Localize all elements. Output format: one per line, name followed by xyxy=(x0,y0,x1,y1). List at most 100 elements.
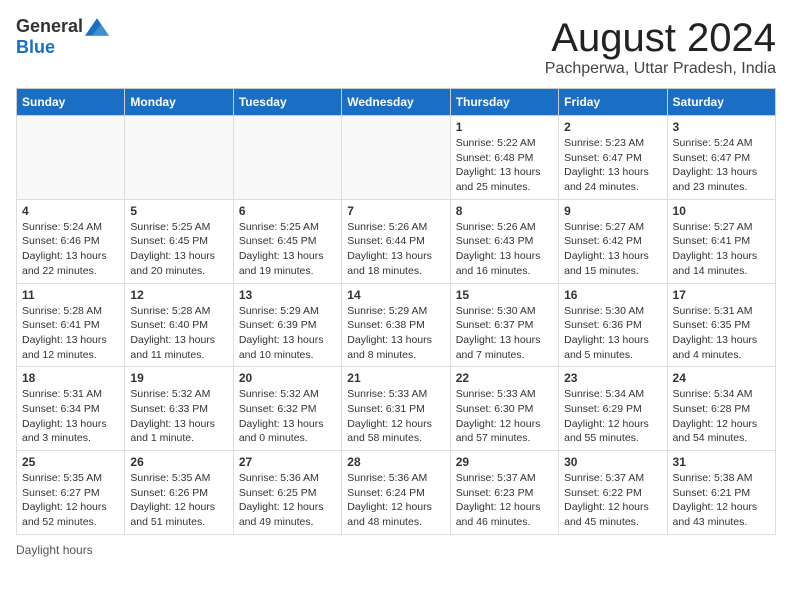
day-info: Sunrise: 5:27 AM Sunset: 6:42 PM Dayligh… xyxy=(564,220,661,279)
day-info: Sunrise: 5:33 AM Sunset: 6:30 PM Dayligh… xyxy=(456,387,553,446)
day-info: Sunrise: 5:30 AM Sunset: 6:37 PM Dayligh… xyxy=(456,304,553,363)
day-info: Sunrise: 5:31 AM Sunset: 6:35 PM Dayligh… xyxy=(673,304,770,363)
day-header-friday: Friday xyxy=(559,89,667,116)
calendar-cell: 8 Sunrise: 5:26 AM Sunset: 6:43 PM Daylig… xyxy=(450,199,558,283)
calendar-cell: 7 Sunrise: 5:26 AM Sunset: 6:44 PM Daylig… xyxy=(342,199,450,283)
calendar-cell: 17 Sunrise: 5:31 AM Sunset: 6:35 PM Dayli… xyxy=(667,283,775,367)
footer-note: Daylight hours xyxy=(16,543,776,557)
day-number: 28 xyxy=(347,455,444,469)
day-header-monday: Monday xyxy=(125,89,233,116)
day-info: Sunrise: 5:27 AM Sunset: 6:41 PM Dayligh… xyxy=(673,220,770,279)
calendar-header-row: SundayMondayTuesdayWednesdayThursdayFrid… xyxy=(17,89,776,116)
day-info: Sunrise: 5:25 AM Sunset: 6:45 PM Dayligh… xyxy=(130,220,227,279)
calendar-cell: 6Sunrise: 5:25 AM Sunset: 6:45 PM Daylig… xyxy=(233,199,341,283)
calendar-cell xyxy=(342,116,450,200)
day-info: Sunrise: 5:34 AM Sunset: 6:29 PM Dayligh… xyxy=(564,387,661,446)
calendar-cell: 19Sunrise: 5:32 AM Sunset: 6:33 PM Dayli… xyxy=(125,367,233,451)
calendar-cell: 27 Sunrise: 5:36 AM Sunset: 6:25 PM Dayli… xyxy=(233,451,341,535)
day-number: 27 xyxy=(239,455,336,469)
day-info: Sunrise: 5:33 AM Sunset: 6:31 PM Dayligh… xyxy=(347,387,444,446)
day-info: Sunrise: 5:26 AM Sunset: 6:43 PM Dayligh… xyxy=(456,220,553,279)
calendar-cell: 21 Sunrise: 5:33 AM Sunset: 6:31 PM Dayli… xyxy=(342,367,450,451)
day-number: 23 xyxy=(564,371,661,385)
calendar-cell: 5 Sunrise: 5:25 AM Sunset: 6:45 PM Daylig… xyxy=(125,199,233,283)
calendar-cell: 28 Sunrise: 5:36 AM Sunset: 6:24 PM Dayli… xyxy=(342,451,450,535)
day-number: 16 xyxy=(564,288,661,302)
day-number: 10 xyxy=(673,204,770,218)
day-info: Sunrise: 5:34 AM Sunset: 6:28 PM Dayligh… xyxy=(673,387,770,446)
day-number: 8 xyxy=(456,204,553,218)
day-header-thursday: Thursday xyxy=(450,89,558,116)
calendar-cell: 4 Sunrise: 5:24 AM Sunset: 6:46 PM Daylig… xyxy=(17,199,125,283)
calendar-cell: 14 Sunrise: 5:29 AM Sunset: 6:38 PM Dayli… xyxy=(342,283,450,367)
day-header-tuesday: Tuesday xyxy=(233,89,341,116)
calendar-cell: 31 Sunrise: 5:38 AM Sunset: 6:21 PM Dayli… xyxy=(667,451,775,535)
day-number: 18 xyxy=(22,371,119,385)
calendar-cell: 16 Sunrise: 5:30 AM Sunset: 6:36 PM Dayli… xyxy=(559,283,667,367)
calendar-cell: 2 Sunrise: 5:23 AM Sunset: 6:47 PM Daylig… xyxy=(559,116,667,200)
day-number: 15 xyxy=(456,288,553,302)
calendar-cell: 13Sunrise: 5:29 AM Sunset: 6:39 PM Dayli… xyxy=(233,283,341,367)
day-number: 4 xyxy=(22,204,119,218)
logo: General Blue xyxy=(16,16,109,58)
day-info: Sunrise: 5:37 AM Sunset: 6:23 PM Dayligh… xyxy=(456,471,553,530)
calendar-cell xyxy=(17,116,125,200)
calendar-cell: 24 Sunrise: 5:34 AM Sunset: 6:28 PM Dayli… xyxy=(667,367,775,451)
day-info: Sunrise: 5:29 AM Sunset: 6:38 PM Dayligh… xyxy=(347,304,444,363)
day-info: Sunrise: 5:32 AM Sunset: 6:32 PM Dayligh… xyxy=(239,387,336,446)
day-number: 14 xyxy=(347,288,444,302)
day-info: Sunrise: 5:31 AM Sunset: 6:34 PM Dayligh… xyxy=(22,387,119,446)
calendar-cell: 23 Sunrise: 5:34 AM Sunset: 6:29 PM Dayli… xyxy=(559,367,667,451)
month-title: August 2024 xyxy=(545,16,776,60)
day-number: 20 xyxy=(239,371,336,385)
day-info: Sunrise: 5:29 AM Sunset: 6:39 PM Dayligh… xyxy=(239,304,336,363)
calendar-cell: 18 Sunrise: 5:31 AM Sunset: 6:34 PM Dayli… xyxy=(17,367,125,451)
day-number: 31 xyxy=(673,455,770,469)
day-number: 24 xyxy=(673,371,770,385)
calendar-cell: 26Sunrise: 5:35 AM Sunset: 6:26 PM Dayli… xyxy=(125,451,233,535)
calendar-cell: 15 Sunrise: 5:30 AM Sunset: 6:37 PM Dayli… xyxy=(450,283,558,367)
calendar: SundayMondayTuesdayWednesdayThursdayFrid… xyxy=(16,88,776,535)
calendar-cell: 22 Sunrise: 5:33 AM Sunset: 6:30 PM Dayli… xyxy=(450,367,558,451)
calendar-cell: 20 Sunrise: 5:32 AM Sunset: 6:32 PM Dayli… xyxy=(233,367,341,451)
calendar-cell: 25Sunrise: 5:35 AM Sunset: 6:27 PM Dayli… xyxy=(17,451,125,535)
calendar-week-row: 1Sunrise: 5:22 AM Sunset: 6:48 PM Daylig… xyxy=(17,116,776,200)
day-number: 21 xyxy=(347,371,444,385)
logo-icon xyxy=(85,18,109,36)
daylight-label: Daylight hours xyxy=(16,543,93,557)
day-header-sunday: Sunday xyxy=(17,89,125,116)
location: Pachperwa, Uttar Pradesh, India xyxy=(545,60,776,78)
day-number: 17 xyxy=(673,288,770,302)
day-info: Sunrise: 5:24 AM Sunset: 6:46 PM Dayligh… xyxy=(22,220,119,279)
calendar-cell: 30Sunrise: 5:37 AM Sunset: 6:22 PM Dayli… xyxy=(559,451,667,535)
day-number: 30 xyxy=(564,455,661,469)
calendar-cell xyxy=(125,116,233,200)
day-number: 2 xyxy=(564,120,661,134)
day-number: 1 xyxy=(456,120,553,134)
day-info: Sunrise: 5:28 AM Sunset: 6:40 PM Dayligh… xyxy=(130,304,227,363)
day-info: Sunrise: 5:30 AM Sunset: 6:36 PM Dayligh… xyxy=(564,304,661,363)
day-number: 6 xyxy=(239,204,336,218)
title-area: August 2024 Pachperwa, Uttar Pradesh, In… xyxy=(545,16,776,78)
day-info: Sunrise: 5:23 AM Sunset: 6:47 PM Dayligh… xyxy=(564,136,661,195)
logo-blue: Blue xyxy=(16,37,55,57)
day-info: Sunrise: 5:36 AM Sunset: 6:25 PM Dayligh… xyxy=(239,471,336,530)
day-number: 25 xyxy=(22,455,119,469)
day-info: Sunrise: 5:38 AM Sunset: 6:21 PM Dayligh… xyxy=(673,471,770,530)
day-number: 11 xyxy=(22,288,119,302)
calendar-cell: 12Sunrise: 5:28 AM Sunset: 6:40 PM Dayli… xyxy=(125,283,233,367)
calendar-cell: 11 Sunrise: 5:28 AM Sunset: 6:41 PM Dayli… xyxy=(17,283,125,367)
day-info: Sunrise: 5:36 AM Sunset: 6:24 PM Dayligh… xyxy=(347,471,444,530)
day-info: Sunrise: 5:35 AM Sunset: 6:26 PM Dayligh… xyxy=(130,471,227,530)
day-number: 5 xyxy=(130,204,227,218)
calendar-week-row: 18 Sunrise: 5:31 AM Sunset: 6:34 PM Dayli… xyxy=(17,367,776,451)
day-info: Sunrise: 5:28 AM Sunset: 6:41 PM Dayligh… xyxy=(22,304,119,363)
calendar-cell: 29Sunrise: 5:37 AM Sunset: 6:23 PM Dayli… xyxy=(450,451,558,535)
calendar-cell xyxy=(233,116,341,200)
day-info: Sunrise: 5:26 AM Sunset: 6:44 PM Dayligh… xyxy=(347,220,444,279)
calendar-cell: 3Sunrise: 5:24 AM Sunset: 6:47 PM Daylig… xyxy=(667,116,775,200)
day-header-saturday: Saturday xyxy=(667,89,775,116)
day-number: 22 xyxy=(456,371,553,385)
day-info: Sunrise: 5:24 AM Sunset: 6:47 PM Dayligh… xyxy=(673,136,770,195)
day-number: 7 xyxy=(347,204,444,218)
